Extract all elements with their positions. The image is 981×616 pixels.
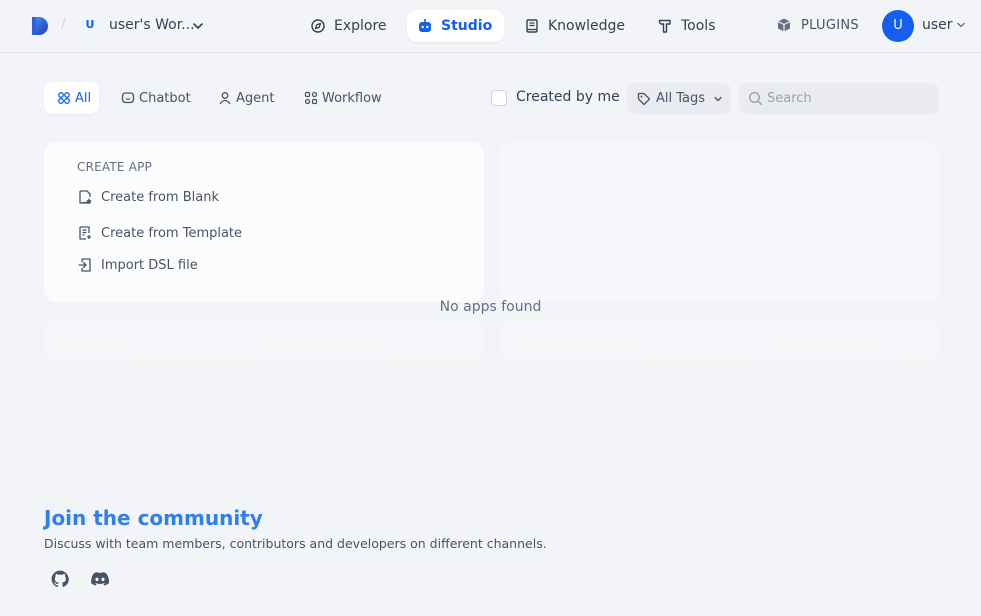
nav-studio-label: Studio (441, 18, 493, 34)
placeholder-card (500, 142, 939, 302)
top-header: / U user's Wor... Explore Studio Knowled… (0, 0, 981, 53)
create-app-title: CREATE APP (77, 160, 152, 174)
tag-icon (637, 92, 651, 105)
nav-studio[interactable]: Studio (407, 10, 505, 42)
discord-icon[interactable] (91, 570, 109, 588)
placeholder-card (44, 318, 484, 448)
nav-explore-label: Explore (334, 18, 387, 34)
file-template-icon (79, 226, 91, 240)
plugins-button[interactable]: PLUGINS (776, 17, 859, 33)
compass-icon (311, 19, 325, 33)
tab-agent-label: Agent (236, 90, 275, 106)
tab-chatbot-label: Chatbot (139, 90, 191, 106)
created-by-me-label[interactable]: Created by me (516, 89, 620, 105)
file-import-icon (78, 258, 91, 272)
plugins-label: PLUGINS (801, 17, 859, 33)
workspace-name[interactable]: user's Wor... (109, 17, 195, 33)
empty-state-text: No apps found (439, 299, 542, 315)
tags-filter-dropdown[interactable]: All Tags (627, 83, 731, 114)
create-app-card: CREATE APP Create from Blank Create from… (44, 142, 484, 302)
create-from-template-label: Create from Template (101, 225, 243, 241)
workspace-avatar[interactable]: U (80, 15, 100, 35)
search-input[interactable] (767, 91, 927, 106)
user-avatar[interactable]: U (882, 10, 914, 42)
import-dsl-label: Import DSL file (101, 257, 198, 273)
user-name[interactable]: user (922, 17, 953, 33)
tab-chatbot[interactable]: Chatbot (108, 82, 199, 114)
chevron-down-icon[interactable] (956, 20, 966, 30)
search-icon (748, 91, 763, 106)
book-icon (526, 19, 538, 33)
create-from-blank-label: Create from Blank (101, 189, 219, 205)
nav-tools-label: Tools (681, 18, 716, 34)
placeholder-card (500, 318, 939, 448)
hammer-icon (658, 19, 671, 33)
import-dsl-button[interactable]: Import DSL file (77, 257, 198, 273)
tab-workflow-label: Workflow (322, 90, 382, 106)
tags-filter-label: All Tags (656, 91, 706, 106)
community-title: Join the community (44, 506, 263, 530)
nav-tools[interactable]: Tools (647, 10, 728, 42)
breadcrumb-separator: / (61, 16, 66, 32)
app-logo-icon[interactable] (30, 16, 50, 36)
community-description: Discuss with team members, contributors … (44, 536, 547, 551)
chevron-down-icon (714, 96, 722, 101)
nav-knowledge[interactable]: Knowledge (514, 10, 637, 42)
created-by-me-checkbox[interactable] (491, 90, 507, 106)
nav-knowledge-label: Knowledge (548, 18, 625, 34)
tab-workflow[interactable]: Workflow (291, 82, 390, 114)
tab-agent[interactable]: Agent (205, 82, 282, 114)
agent-icon (219, 92, 231, 105)
cube-icon (777, 18, 791, 32)
nav-explore[interactable]: Explore (300, 10, 399, 42)
chat-icon (121, 92, 135, 104)
tab-all-label: All (75, 90, 92, 106)
github-icon[interactable] (51, 570, 69, 588)
file-plus-icon (79, 190, 92, 204)
search-box[interactable] (739, 83, 939, 114)
robot-icon (419, 19, 431, 32)
grid-icon (58, 92, 70, 104)
tab-all[interactable]: All (44, 82, 100, 114)
create-from-blank-button[interactable]: Create from Blank (77, 189, 219, 205)
chevron-down-icon[interactable] (191, 19, 205, 33)
workflow-icon (304, 91, 318, 105)
create-from-template-button[interactable]: Create from Template (77, 225, 242, 241)
